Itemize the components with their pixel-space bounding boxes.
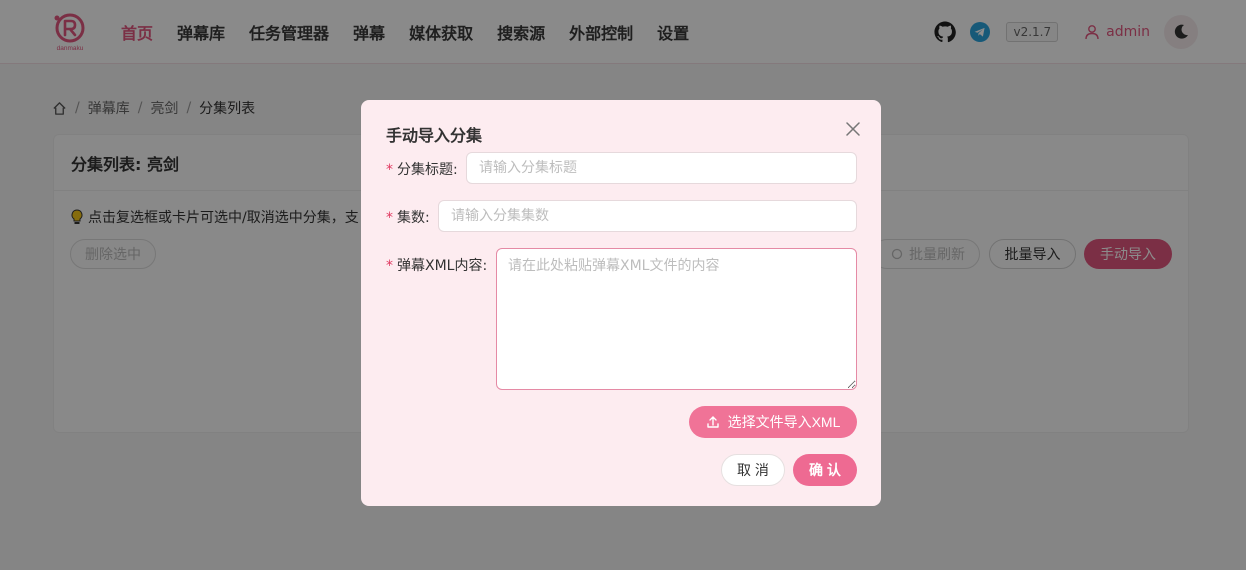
upload-button-label: 选择文件导入XML xyxy=(727,414,841,430)
episode-number-label-text: 集数 xyxy=(397,210,425,226)
required-mark: * xyxy=(386,210,393,226)
episode-title-label-text: 分集标题 xyxy=(397,162,453,178)
episode-title-input[interactable] xyxy=(466,152,857,184)
danmaku-xml-label: * 弹幕XML内容: xyxy=(386,258,488,274)
danmaku-xml-label-text: 弹幕XML内容 xyxy=(397,258,483,274)
required-mark: * xyxy=(386,258,393,274)
manual-import-modal: 手动导入分集 *分集标题: *集数: *弹幕XML内容: 选择文件导入XML 取… xyxy=(361,100,881,506)
select-file-import-xml-button[interactable]: 选择文件导入XML xyxy=(689,406,857,438)
confirm-button[interactable]: 确 认 xyxy=(793,454,857,486)
required-mark: * xyxy=(386,162,393,178)
upload-icon xyxy=(706,416,719,428)
close-icon[interactable] xyxy=(844,120,862,138)
episode-number-label: * 集数: xyxy=(386,210,430,226)
cancel-button[interactable]: 取 消 xyxy=(721,454,785,486)
danmaku-xml-textarea[interactable] xyxy=(496,248,857,390)
modal-title: 手动导入分集 xyxy=(386,126,483,145)
episode-number-input[interactable] xyxy=(438,200,857,232)
episode-title-label: * 分集标题: xyxy=(386,162,458,178)
